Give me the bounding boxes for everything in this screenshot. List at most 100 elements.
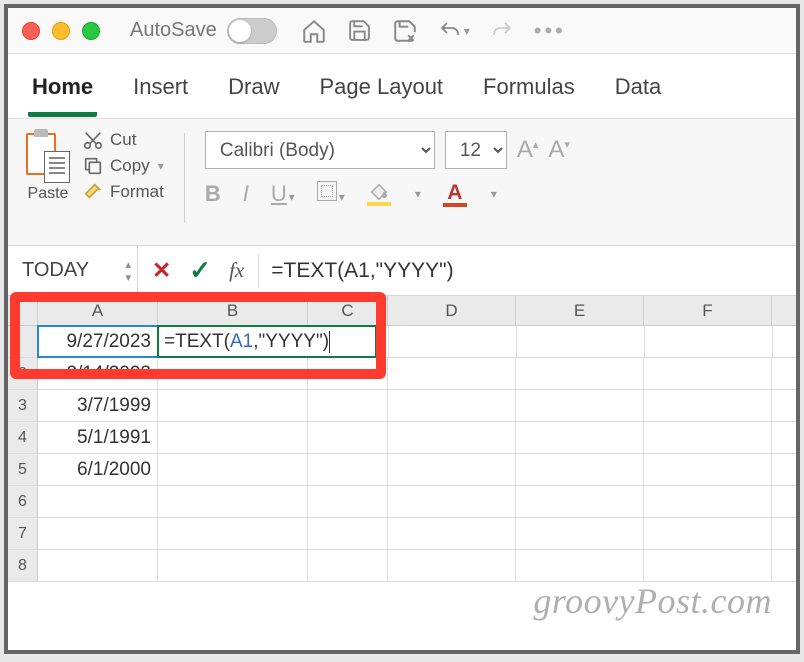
underline-button[interactable]: U xyxy=(271,181,287,206)
row-header[interactable]: 5 xyxy=(8,454,38,485)
cell[interactable] xyxy=(158,390,308,421)
cell[interactable] xyxy=(388,390,516,421)
cut-button[interactable]: Cut xyxy=(82,129,164,151)
cell[interactable] xyxy=(516,358,644,389)
cell[interactable] xyxy=(644,486,772,517)
cell[interactable] xyxy=(644,358,772,389)
cell[interactable]: 3/7/1999 xyxy=(38,390,158,421)
col-header-f[interactable]: F xyxy=(644,296,772,325)
cell[interactable] xyxy=(644,518,772,549)
cell[interactable] xyxy=(158,486,308,517)
col-header-e[interactable]: E xyxy=(516,296,644,325)
cell[interactable] xyxy=(308,486,388,517)
row-header[interactable]: 2 xyxy=(8,358,38,389)
cell[interactable] xyxy=(516,390,644,421)
save-icon[interactable] xyxy=(347,18,372,43)
redo-icon[interactable] xyxy=(490,19,514,43)
col-header-c[interactable]: C xyxy=(308,296,388,325)
font-color-button[interactable]: A xyxy=(443,181,467,207)
row-header[interactable]: 7 xyxy=(8,518,38,549)
close-window-button[interactable] xyxy=(22,22,40,40)
paste-button[interactable]: Paste xyxy=(22,127,74,205)
cell-b1[interactable]: =TEXT(A1,"YYYY") xyxy=(158,326,376,357)
row-header[interactable]: 6 xyxy=(8,486,38,517)
more-icon[interactable]: ••• xyxy=(534,18,566,44)
cell[interactable] xyxy=(38,486,158,517)
col-header-b[interactable]: B xyxy=(158,296,308,325)
cell[interactable] xyxy=(516,422,644,453)
col-header-a[interactable]: A xyxy=(38,296,158,325)
cell[interactable] xyxy=(644,422,772,453)
cell[interactable] xyxy=(516,486,644,517)
cell[interactable] xyxy=(38,550,158,581)
cell[interactable] xyxy=(158,518,308,549)
cell-e1[interactable] xyxy=(517,326,645,357)
row-header[interactable]: 4 xyxy=(8,422,38,453)
cell[interactable] xyxy=(644,390,772,421)
name-box-stepper[interactable]: ▴▾ xyxy=(125,258,131,284)
cell[interactable] xyxy=(516,454,644,485)
cell[interactable] xyxy=(516,550,644,581)
font-family-select[interactable]: Calibri (Body) xyxy=(205,131,435,169)
cell[interactable] xyxy=(644,550,772,581)
cell[interactable]: 2/14/2003 xyxy=(38,358,158,389)
home-icon[interactable] xyxy=(301,18,327,44)
cell[interactable] xyxy=(158,454,308,485)
tab-insert[interactable]: Insert xyxy=(129,68,192,117)
cell[interactable] xyxy=(308,518,388,549)
cell[interactable] xyxy=(644,454,772,485)
cell[interactable]: 6/1/2000 xyxy=(38,454,158,485)
undo-icon[interactable]: ▾ xyxy=(438,19,470,43)
save-edit-icon[interactable] xyxy=(392,18,418,44)
name-box[interactable]: TODAY ▴▾ xyxy=(8,246,138,295)
increase-font-icon[interactable]: A▴ xyxy=(517,136,539,164)
col-header-d[interactable]: D xyxy=(388,296,516,325)
tab-page-layout[interactable]: Page Layout xyxy=(316,68,448,117)
copy-button[interactable]: Copy ▾ xyxy=(82,155,164,177)
row-header[interactable] xyxy=(8,326,38,357)
table-row: 4 5/1/1991 xyxy=(8,422,796,454)
cell[interactable] xyxy=(158,358,308,389)
tab-home[interactable]: Home xyxy=(28,68,97,117)
cell[interactable] xyxy=(158,422,308,453)
cell[interactable] xyxy=(158,550,308,581)
select-all-corner[interactable] xyxy=(8,296,38,325)
cell[interactable] xyxy=(308,390,388,421)
cell[interactable] xyxy=(388,486,516,517)
tab-data[interactable]: Data xyxy=(611,68,665,117)
cell[interactable] xyxy=(308,454,388,485)
cell[interactable] xyxy=(388,422,516,453)
cell[interactable] xyxy=(516,518,644,549)
cell[interactable]: 5/1/1991 xyxy=(38,422,158,453)
cell[interactable] xyxy=(388,358,516,389)
fill-color-button[interactable] xyxy=(367,183,391,206)
cell[interactable] xyxy=(38,518,158,549)
cell[interactable] xyxy=(388,518,516,549)
cancel-formula-button[interactable]: ✕ xyxy=(152,257,171,284)
fx-button[interactable]: fx xyxy=(229,258,244,283)
tab-draw[interactable]: Draw xyxy=(224,68,283,117)
borders-button[interactable] xyxy=(317,181,337,201)
cell-d1[interactable] xyxy=(389,326,517,357)
format-painter-button[interactable]: Format xyxy=(82,181,164,203)
fullscreen-window-button[interactable] xyxy=(82,22,100,40)
tab-formulas[interactable]: Formulas xyxy=(479,68,579,117)
cell-a1[interactable]: 9/27/2023 xyxy=(38,326,158,357)
cell[interactable] xyxy=(388,454,516,485)
minimize-window-button[interactable] xyxy=(52,22,70,40)
cell[interactable] xyxy=(308,358,388,389)
font-size-select[interactable]: 12 xyxy=(445,131,507,169)
cell[interactable] xyxy=(308,550,388,581)
autosave-toggle[interactable] xyxy=(227,18,277,44)
italic-button[interactable]: I xyxy=(243,181,249,207)
formula-input[interactable]: =TEXT(A1,"YYYY") xyxy=(259,259,796,283)
decrease-font-icon[interactable]: A▾ xyxy=(548,136,570,164)
bold-button[interactable]: B xyxy=(205,181,221,207)
cell[interactable] xyxy=(388,550,516,581)
cell-f1[interactable] xyxy=(645,326,773,357)
cell[interactable] xyxy=(308,422,388,453)
row-header[interactable]: 8 xyxy=(8,550,38,581)
accept-formula-button[interactable]: ✓ xyxy=(189,255,211,286)
cell-c1[interactable] xyxy=(376,326,389,357)
row-header[interactable]: 3 xyxy=(8,390,38,421)
